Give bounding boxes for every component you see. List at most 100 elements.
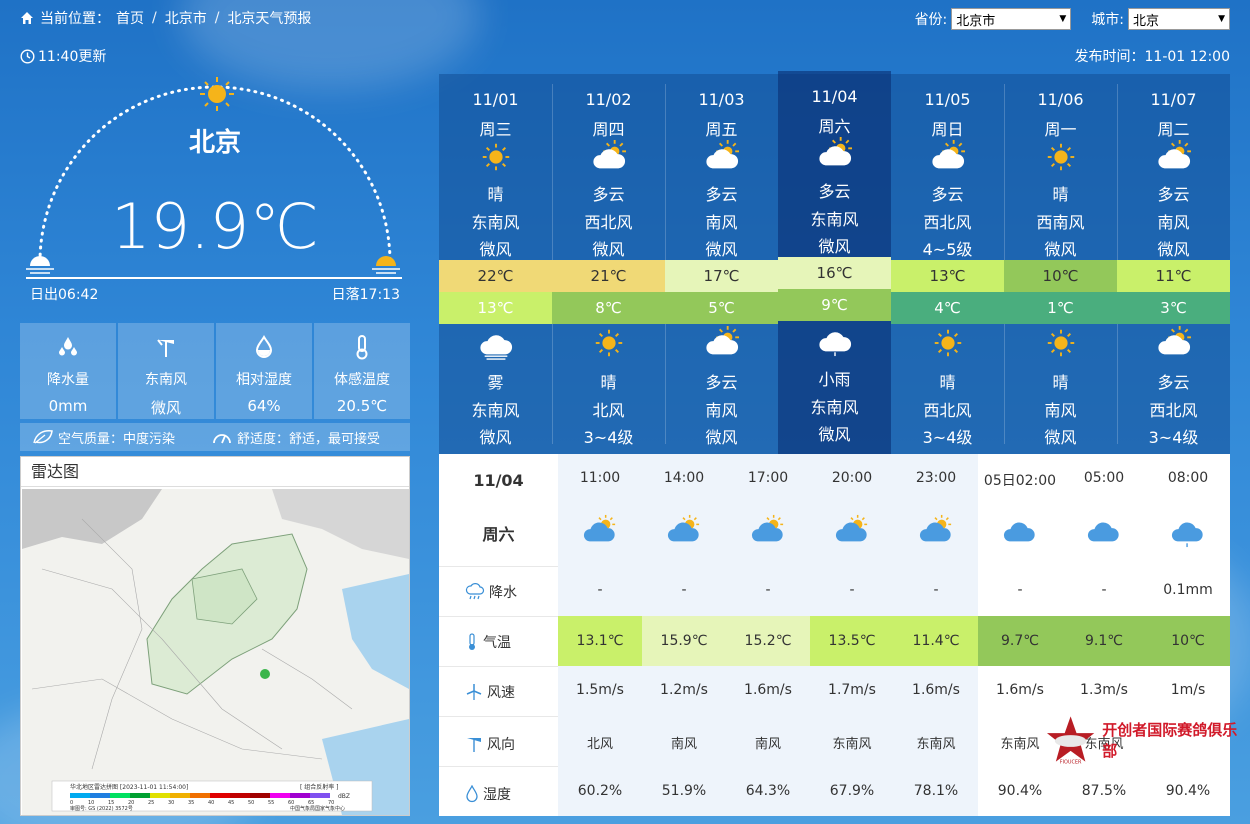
humidity-label: 湿度 [483,787,511,803]
partly-cloudy-icon [665,140,778,174]
stat-label: 降水量 [47,372,89,388]
gauge-icon [213,434,231,444]
radar-map-image[interactable]: 华北地区雷达拼图 [2023-11-01 11:54:00] [ 组合反射率 ]… [22,489,409,815]
low-temperature: 13℃ [439,292,552,324]
forecast-date: 11/03 [698,90,745,109]
day-weather: 多云 [705,185,738,204]
wind-direction-row-label: 风向 [465,734,515,754]
rain-row-label: 降水 [465,582,517,602]
high-temperature: 16℃ [778,257,891,289]
day-wind-power: 微风 [1044,240,1077,259]
radar-scale-label: 25 [148,800,154,806]
thermometer-icon [350,333,374,361]
hour-wind-speed: 1.5m/s [576,682,624,698]
hour-humidity: 60.2% [577,783,623,799]
hour-precipitation: - [1017,582,1023,598]
hour-time: 05:00 [1083,470,1125,486]
high-temperature: 22℃ [439,260,552,292]
hourly-column: 17:00 - 15.2℃ 1.6m/s 南风 64.3% [726,454,810,816]
update-time: 11:40更新 [20,46,106,66]
day-wind-power: 微风 [592,240,625,259]
publish-time: 发布时间：11-01 12:00 [1074,49,1230,65]
forecast-day-column[interactable]: 11/04 周六 多云 东南风 微风 16℃ 9℃ 小雨 东南风 微风 [778,71,891,456]
stat-label: 相对湿度 [236,372,292,388]
stat-label: 东南风 [145,372,187,388]
hour-humidity: 87.5% [1081,783,1127,799]
partly-cloudy-icon [726,514,810,548]
high-temperature: 11℃ [1117,260,1230,292]
partly-cloudy-icon [558,514,642,548]
stat-value: 0mm [48,397,88,415]
region-selectors: 省份: 北京市 ▼ 城市: 北京 ▼ [915,8,1230,30]
night-weather: 晴 [939,373,956,392]
hour-wind-speed: 1m/s [1170,682,1206,698]
night-wind-power: 3~4级 [922,428,973,447]
rain-icon [778,323,891,357]
hour-time: 08:00 [1167,470,1209,486]
night-wind-power: 微风 [479,428,512,447]
forecast-day-column[interactable]: 11/05 周日 多云 西北风 4~5级 13℃ 4℃ 晴西北风 3~4级 [891,74,1004,454]
sun-icon [891,326,1004,360]
radar-panel: 雷达图 华北地区雷达拼图 [2023-11-01 11:54:00] [ 组合反… [20,456,410,816]
star-logo-icon: FIOUCER [1046,716,1095,766]
rain-label: 降水 [489,585,517,601]
watermark-badge: FIOUCER [1060,760,1082,766]
night-weather: 多云 [1157,373,1190,392]
hour-wind-speed: 1.6m/s [912,682,960,698]
hourly-label-column: 11/04 周六 降水 气温 风速 风向 湿度 [439,454,558,816]
day-weather: 多云 [1157,185,1190,204]
temp-label: 气温 [483,635,511,651]
forecast-day-column[interactable]: 11/02 周四 多云 西北风 微风 21℃ 8℃ 晴北风 3~4级 [552,74,665,454]
night-wind-power: 微风 [705,428,738,447]
temp-row-label: 气温 [465,632,511,652]
low-temperature: 3℃ [1117,292,1230,324]
sunny-icon [439,140,552,174]
hourly-column: 14:00 - 15.9℃ 1.2m/s 南风 51.9% [642,454,726,816]
hour-wind-speed: 1.6m/s [996,682,1044,698]
sun-arc-panel: 北京 19.9℃ 日出06:42 日落17:13 [20,72,410,312]
forecast-day-column[interactable]: 11/01 周三晴东南风 微风 22℃ 13℃ 雾东南风 微风 [439,74,552,454]
hour-humidity: 78.1% [913,783,959,799]
sun-icon [1004,326,1117,360]
night-weather: 晴 [1052,373,1069,392]
night-weather: 雾 [487,373,504,392]
hour-temperature: 9.1℃ [1062,616,1146,666]
partly-cloudy-icon [552,140,665,174]
night-weather: 晴 [600,373,617,392]
hour-wind-direction: 东南风 [832,737,872,752]
day-weather: 晴 [1052,185,1069,204]
sunset-time: 日落17:13 [331,287,400,303]
hourly-date: 11/04 [473,471,524,490]
wind-direction-label: 风向 [487,737,515,753]
wind-speed-label: 风速 [487,685,515,701]
city-select[interactable]: 北京 ▼ [1128,8,1230,30]
current-stats: 降水量 0mm 东南风 微风 相对湿度 64% 体感温度 20.5℃ [20,323,410,419]
forecast-date: 11/06 [1037,90,1084,109]
breadcrumb-province-link[interactable]: 北京市 [165,8,207,28]
province-select[interactable]: 北京市 ▼ [951,8,1072,30]
forecast-date: 11/07 [1150,90,1197,109]
forecast-day-column[interactable]: 11/07 周二 多云 南风 微风 11℃ 3℃ 多云 西北风 3~4级 [1117,74,1230,454]
horizon-line [26,277,402,279]
stat-value: 20.5℃ [336,397,388,415]
wind-vane-icon [154,333,178,361]
night-wind-power: 3~4级 [583,428,634,447]
forecast-weekday: 周一 [1044,120,1077,139]
forecast-weekday: 周日 [931,120,964,139]
forecast-day-column[interactable]: 11/03 周五 多云 南风 微风 17℃ 5℃ 多云 南风 微风 [665,74,778,454]
hour-humidity: 90.4% [1165,783,1211,799]
wind-speed-row-label: 风速 [465,682,515,702]
forecast-day-column[interactable]: 11/06 周一晴西南风 微风 10℃ 1℃ 晴南风 微风 [1004,74,1117,454]
radar-scale-label: 50 [248,800,254,806]
hour-precipitation: - [933,582,939,598]
city-name: 北京 [188,128,241,158]
breadcrumb-home-link[interactable]: 首页 [116,8,144,28]
breadcrumb-separator: / [214,10,220,26]
hour-temperature: 9.7℃ [978,616,1062,666]
fog-icon [439,326,552,360]
forecast-date: 11/05 [924,90,971,109]
low-temperature: 1℃ [1004,292,1117,324]
night-weather: 多云 [705,373,738,392]
night-wind-direction: 东南风 [471,401,520,420]
forecast-date: 11/01 [472,90,519,109]
